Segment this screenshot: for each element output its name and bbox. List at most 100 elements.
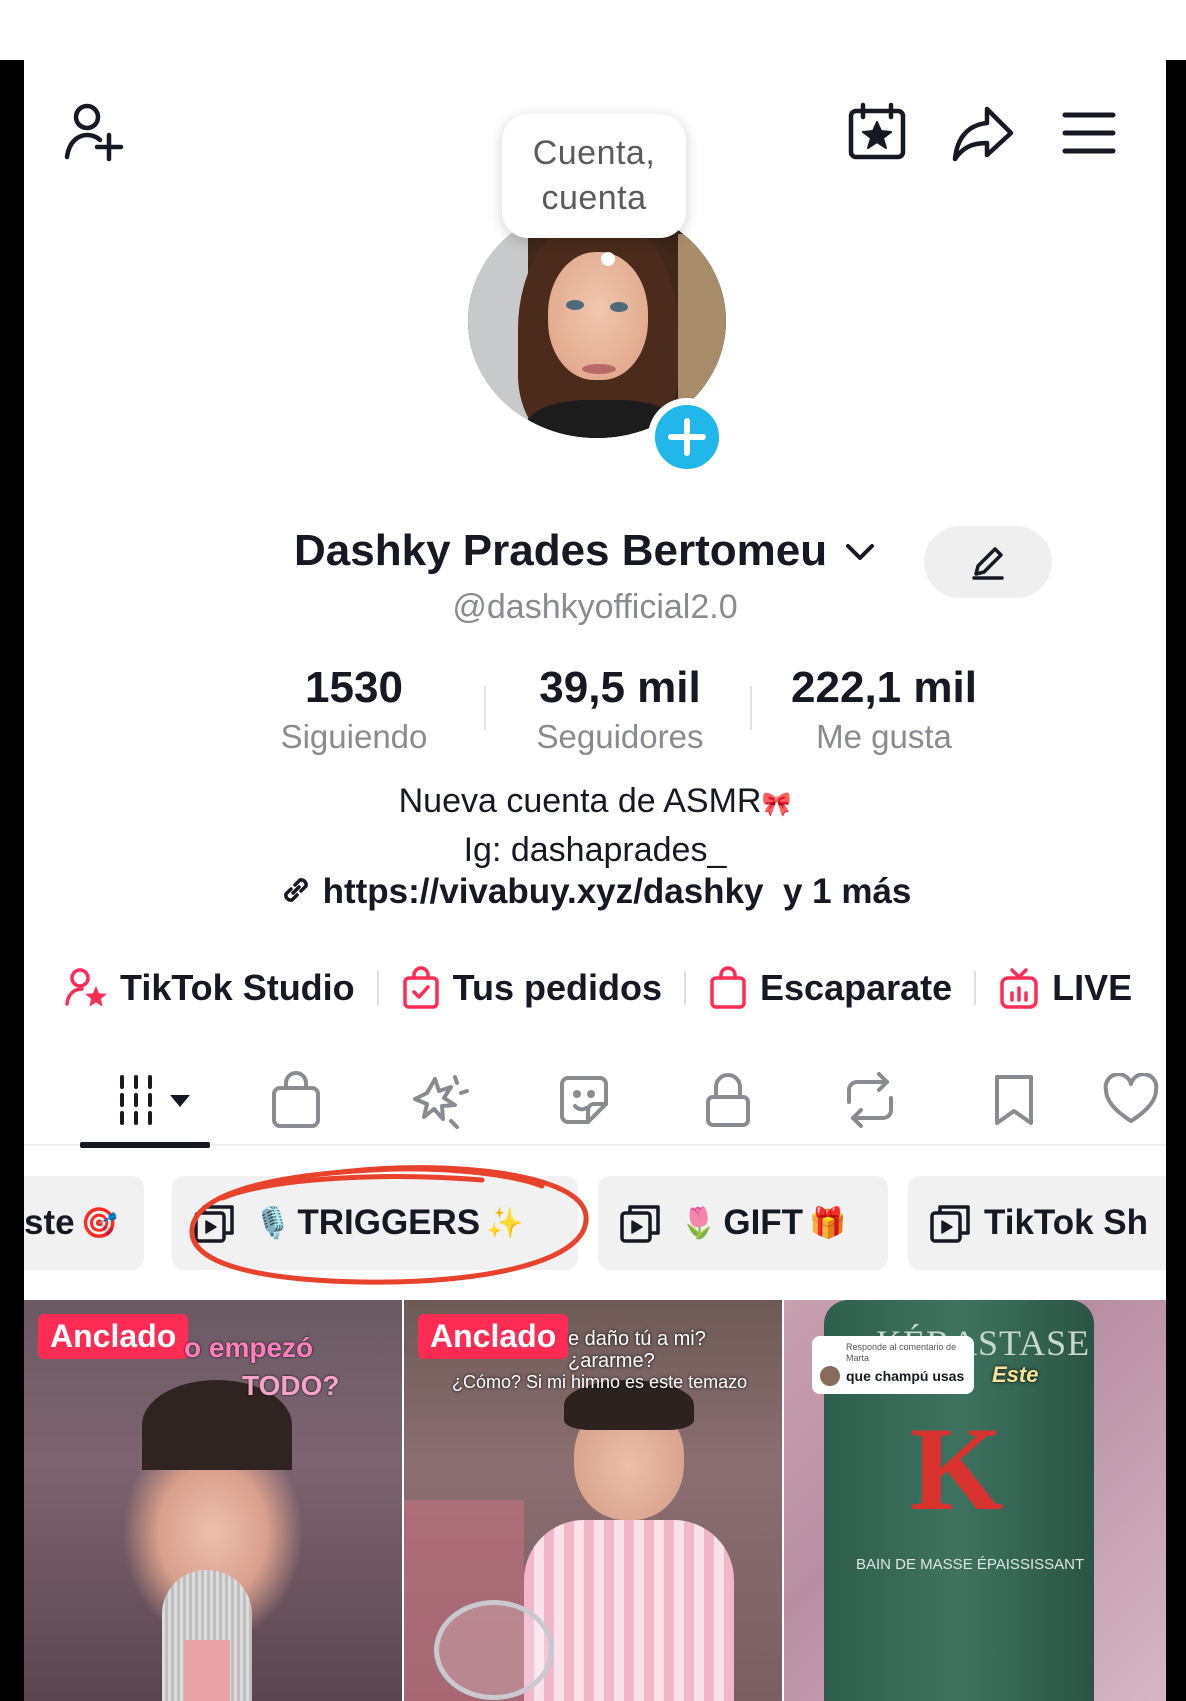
account-switch-chevron-icon[interactable] [844,540,876,569]
shortcut-divider [684,971,687,1005]
likes-count: 222,1 mil [791,663,977,712]
product-logo-k: K [910,1402,1004,1535]
tab-reposts[interactable] [820,1056,920,1144]
creator-calendar-icon[interactable] [842,98,912,168]
likes-stat[interactable]: 222,1 mil Me gusta [764,662,1004,760]
pinned-badge: Anclado [418,1314,569,1359]
shortcut-label: Tus pedidos [452,967,663,1008]
username-handle: @dashkyofficial2.0 [452,588,738,626]
private-lock-icon [706,1073,750,1127]
add-friend-icon[interactable] [60,98,130,168]
tab-effects[interactable] [390,1056,490,1144]
playlist-label: ste [24,1203,75,1242]
shortcut-divider [376,971,379,1005]
shortcut-label: LIVE [1052,967,1133,1008]
likes-label: Me gusta [816,718,952,755]
playlist-chips: ste 🎯 🎙️ TRIGGERS ✨ 🌷 GIFT 🎁 TikTok Sh [24,1176,1166,1270]
tab-saved[interactable] [964,1056,1064,1144]
playlist-chip-triggers[interactable]: 🎙️ TRIGGERS ✨ [172,1176,578,1270]
content-tabs [24,1056,1166,1146]
link-icon [283,878,308,902]
note-line-1: Cuenta, [532,134,656,172]
live-tv-icon [1000,968,1038,1009]
bio-line-2: Ig: dashaprades_ [463,831,727,869]
product-text: BAIN DE MASSE ÉPAISSISSANT [856,1556,1085,1573]
tab-shop[interactable] [246,1056,346,1144]
liked-heart-icon [1103,1073,1159,1123]
saved-bookmark-icon [995,1075,1033,1125]
tab-stickers[interactable] [534,1056,634,1144]
video-thumbnail[interactable]: Anclado e daño tú a mi? ¿ararme? ¿Cómo? … [404,1300,782,1701]
shortcut-divider [974,971,977,1005]
playlist-label: TikTok Sh [984,1203,1149,1242]
sparkles-emoji: ✨ [486,1205,524,1241]
tus-pedidos-button[interactable]: Tus pedidos [401,966,662,1010]
playlist-label: TRIGGERS [297,1203,481,1242]
video-caption: TODO? [242,1370,340,1401]
sparkle-effects-icon [413,1075,469,1129]
studio-icon [65,968,107,1007]
add-story-plus-icon[interactable] [648,398,726,476]
following-stat[interactable]: 1530 Siguiendo [244,662,464,760]
playlist-chip-gift[interactable]: 🌷 GIFT 🎁 [598,1176,888,1270]
bow-emoji: 🎀 [761,790,792,818]
reply-comment-text: que champú usas [846,1368,965,1384]
tab-liked[interactable] [1102,1056,1166,1144]
following-label: Siguiendo [280,718,428,755]
live-button[interactable]: LIVE [998,966,1132,1010]
video-grid: Anclado o empezó TODO? Anclado e daño tú… [24,1300,1166,1701]
shortcut-label: Escaparate [760,967,953,1008]
note-bubble[interactable]: Cuenta, cuenta [502,114,686,238]
gift-emoji: 🎁 [809,1205,847,1241]
menu-hamburger-icon[interactable] [1054,98,1124,168]
orders-bag-icon [402,966,439,1009]
profile-bio: Nueva cuenta de ASMR🎀 Ig: dashaprades_ [24,778,1166,873]
shortcut-label: TikTok Studio [120,967,355,1008]
video-caption: o empezó [184,1332,314,1363]
followers-stat[interactable]: 39,5 mil Seguidores [500,662,740,760]
reply-heading: Responde al comentario de Marta [846,1342,957,1363]
tulip-emoji: 🌷 [680,1205,718,1241]
escaparate-button[interactable]: Escaparate [708,966,952,1010]
share-arrow-icon[interactable] [948,98,1018,168]
tab-videos[interactable] [96,1056,216,1144]
playlist-chip[interactable]: ste 🎯 [24,1176,144,1270]
showcase-bag-icon [710,966,746,1009]
bio-link[interactable]: https://vivabuy.xyz/dashky [323,872,764,911]
stat-divider [750,686,752,730]
note-line-2: cuenta [541,179,647,217]
playlist-icon [930,1205,970,1243]
following-count: 1530 [305,663,403,712]
active-tab-indicator [80,1142,210,1148]
bio-line-1: Nueva cuenta de ASMR [398,782,762,820]
video-caption: ¿Cómo? Si mi himno es este temazo [452,1372,748,1392]
profile-screen: Cuenta, cuenta Dashky Prades Bertomeu @da… [24,60,1166,1701]
video-thumbnail[interactable]: Anclado o empezó TODO? [24,1300,402,1701]
note-bubble-tail [601,252,615,266]
reply-comment-card: Responde al comentario de Marta que cham… [812,1336,974,1394]
repost-icon [847,1072,893,1128]
videos-grid-icon [120,1075,190,1125]
video-thumbnail[interactable]: KÉRASTASE K BAIN DE MASSE ÉPAISSISSANT R… [784,1300,1166,1701]
bio-link-row[interactable]: https://vivabuy.xyz/dashky y 1 más [24,872,1166,912]
commenter-avatar [820,1366,840,1386]
followers-count: 39,5 mil [539,663,701,712]
target-emoji: 🎯 [80,1205,118,1241]
bio-link-more[interactable]: y 1 más [783,872,911,911]
display-name[interactable]: Dashky Prades Bertomeu [294,526,827,576]
shop-bag-icon [272,1071,320,1128]
tab-private[interactable] [678,1056,778,1144]
video-caption: e daño tú a mi? [568,1328,706,1350]
creator-shortcuts: TikTok Studio Tus pedidos Escaparate LIV… [64,960,1132,1016]
video-caption: ¿ararme? [568,1350,655,1372]
followers-label: Seguidores [536,718,704,755]
playlist-icon [620,1205,660,1243]
playlist-chip-tiktok-shop[interactable]: TikTok Sh [908,1176,1166,1270]
device-frame-right [1166,60,1186,1701]
microphone-emoji: 🎙️ [254,1205,292,1241]
device-frame-left [0,60,24,1701]
profile-stats: 1530 Siguiendo 39,5 mil Seguidores 222,1… [24,662,1166,762]
tiktok-studio-button[interactable]: TikTok Studio [64,966,355,1010]
sticker-icon [560,1076,608,1124]
playlist-label: GIFT [723,1203,804,1242]
